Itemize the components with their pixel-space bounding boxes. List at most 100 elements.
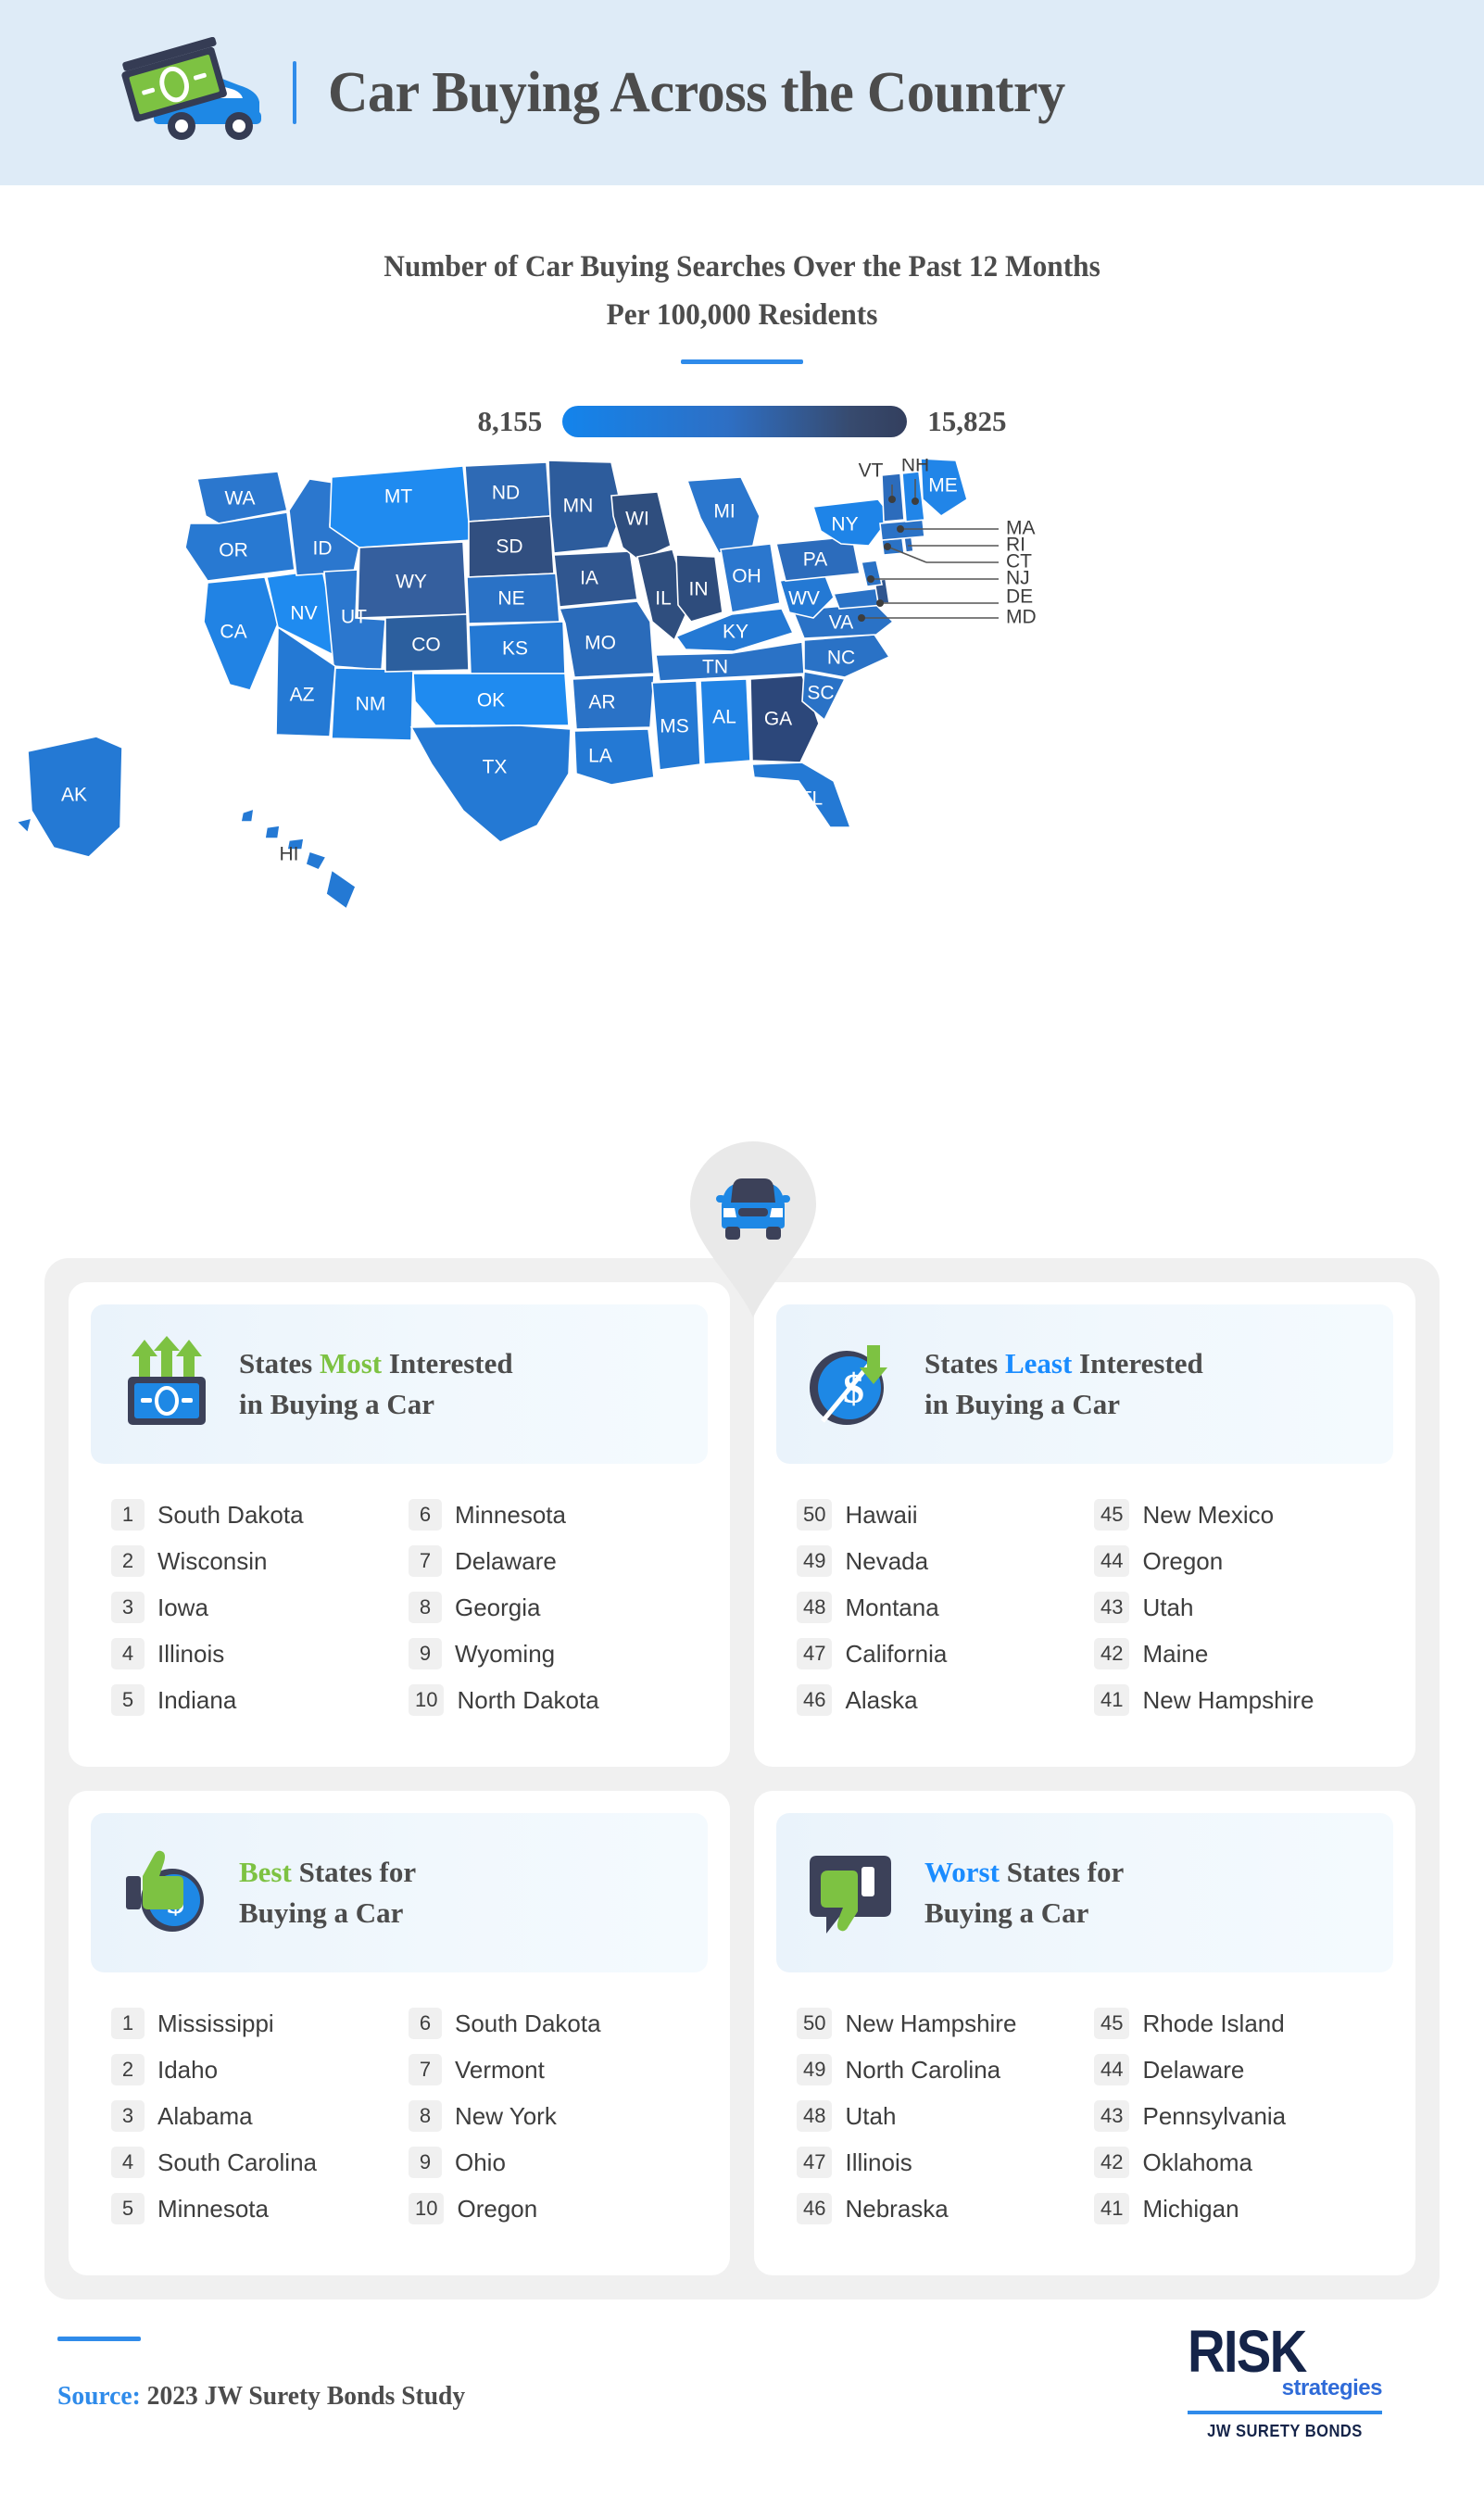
list-item[interactable]: 48 Utah	[797, 2093, 1075, 2139]
state-name: Pennsylvania	[1142, 2101, 1287, 2130]
rank-badge: 44	[1094, 2054, 1130, 2085]
state-HI	[240, 807, 357, 911]
list-item[interactable]: 6 South Dakota	[409, 2000, 687, 2047]
list-item[interactable]: 7 Vermont	[409, 2047, 687, 2093]
card-title-post: Interested	[1072, 1347, 1203, 1379]
list-item[interactable]: 43 Pennsylvania	[1094, 2093, 1373, 2139]
list-item[interactable]: 2 Wisconsin	[111, 1538, 390, 1584]
list-item[interactable]: 9 Ohio	[409, 2139, 687, 2186]
footer-divider	[57, 2337, 141, 2341]
rank-badge: 5	[111, 1684, 145, 1716]
list-item[interactable]: 7 Delaware	[409, 1538, 687, 1584]
state-name: New Hampshire	[1142, 1685, 1314, 1714]
state-name: Utah	[1142, 1593, 1194, 1621]
state-name: Oklahoma	[1142, 2148, 1252, 2176]
rank-badge: 46	[797, 2193, 833, 2224]
list-item[interactable]: 9 Wyoming	[409, 1631, 687, 1677]
list-item[interactable]: 8 New York	[409, 2093, 687, 2139]
list-item[interactable]: 4 South Carolina	[111, 2139, 390, 2186]
state-KS	[468, 621, 566, 674]
list-item[interactable]: 45 New Mexico	[1094, 1492, 1373, 1538]
list-item[interactable]: 2 Idaho	[111, 2047, 390, 2093]
subtitle-line-1: Number of Car Buying Searches Over the P…	[384, 250, 1100, 283]
state-NE	[466, 573, 560, 624]
card-header: $ States Least Interested in Buying a Ca…	[776, 1304, 1393, 1464]
card-list: 50 New Hampshire 45 Rhode Island 49 North C…	[776, 2000, 1393, 2232]
state-name: Ohio	[455, 2148, 506, 2176]
list-item[interactable]: 50 New Hampshire	[797, 2000, 1075, 2047]
list-item[interactable]: 50 Hawaii	[797, 1492, 1075, 1538]
list-item[interactable]: 46 Nebraska	[797, 2186, 1075, 2232]
list-item[interactable]: 1 Mississippi	[111, 2000, 390, 2047]
list-item[interactable]: 3 Iowa	[111, 1584, 390, 1631]
list-item[interactable]: 3 Alabama	[111, 2093, 390, 2139]
callout-dot-MA	[897, 525, 904, 533]
list-item[interactable]: 46 Alaska	[797, 1677, 1075, 1723]
list-item[interactable]: 44 Oregon	[1094, 1538, 1373, 1584]
list-item[interactable]: 6 Minnesota	[409, 1492, 687, 1538]
state-OK	[412, 673, 570, 726]
list-item[interactable]: 49 North Carolina	[797, 2047, 1075, 2093]
car-with-money-icon	[121, 37, 261, 140]
rank-badge: 4	[111, 1638, 145, 1669]
source-label: Source:	[57, 2381, 141, 2411]
state-AK	[15, 736, 123, 858]
state-name: Oregon	[1142, 1546, 1224, 1575]
card-title-line2: Buying a Car	[239, 1896, 404, 1929]
logo-divider	[1188, 2411, 1382, 2414]
money-up-arrows-icon	[128, 1336, 206, 1425]
state-name: Delaware	[455, 1546, 557, 1575]
rank-badge: 43	[1094, 2100, 1130, 2132]
callout-label-VT: VT	[859, 460, 884, 482]
list-item[interactable]: 8 Georgia	[409, 1584, 687, 1631]
card-title-pre: States	[239, 1347, 320, 1379]
list-item[interactable]: 1 South Dakota	[111, 1492, 390, 1538]
list-item[interactable]: 10 North Dakota	[409, 1677, 687, 1723]
list-item[interactable]: 48 Montana	[797, 1584, 1075, 1631]
card-title-highlight: Worst	[924, 1856, 1000, 1888]
rank-badge: 48	[797, 2100, 833, 2132]
rank-badge: 47	[797, 1638, 833, 1669]
state-name: New York	[455, 2101, 557, 2130]
rank-badge: 2	[111, 1545, 145, 1577]
legend-min-value: 8,155	[477, 405, 543, 437]
list-item[interactable]: 4 Illinois	[111, 1631, 390, 1677]
thumbs-up-dollar-icon: $	[126, 1850, 204, 1932]
rank-badge: 42	[1094, 1638, 1130, 1669]
brand-logo[interactable]: RISK strategies JW SURETY BONDS	[1188, 2322, 1383, 2441]
list-item[interactable]: 43 Utah	[1094, 1584, 1373, 1631]
list-item[interactable]: 47 Illinois	[797, 2139, 1075, 2186]
list-item[interactable]: 42 Oklahoma	[1094, 2139, 1373, 2186]
list-item[interactable]: 5 Minnesota	[111, 2186, 390, 2232]
callout-dot-CT	[884, 543, 891, 550]
card-title: Worst States for Buying a Car	[924, 1852, 1124, 1934]
callout-dot-DE	[876, 599, 884, 607]
list-item[interactable]: 10 Oregon	[409, 2186, 687, 2232]
list-item[interactable]: 47 California	[797, 1631, 1075, 1677]
car-map-pin-icon	[690, 1141, 816, 1317]
state-name: Illinois	[845, 2148, 912, 2176]
list-item[interactable]: 41 New Hampshire	[1094, 1677, 1373, 1723]
state-AR	[572, 674, 655, 730]
list-item[interactable]: 42 Maine	[1094, 1631, 1373, 1677]
rankings-panel: States Most Interested in Buying a Car 1…	[44, 1258, 1440, 2299]
list-item[interactable]: 44 Delaware	[1094, 2047, 1373, 2093]
callout-dot-NH	[912, 498, 919, 505]
state-IA	[553, 550, 638, 608]
list-item[interactable]: 5 Indiana	[111, 1677, 390, 1723]
state-RI	[903, 536, 914, 553]
state-NC	[803, 634, 891, 678]
state-CA	[203, 576, 279, 691]
rankings-grid: States Most Interested in Buying a Car 1…	[44, 1258, 1440, 2299]
list-item[interactable]: 45 Rhode Island	[1094, 2000, 1373, 2047]
map-svg: WA OR CA NV ID MT WY UT AZ NM CO ND SD N…	[15, 459, 1037, 911]
state-name: Minnesota	[455, 1500, 566, 1529]
list-item[interactable]: 49 Nevada	[797, 1538, 1075, 1584]
state-name: Alaska	[845, 1685, 918, 1714]
rank-badge: 41	[1094, 2193, 1130, 2224]
list-item[interactable]: 41 Michigan	[1094, 2186, 1373, 2232]
state-name: Illinois	[157, 1639, 225, 1668]
state-CO	[384, 613, 470, 673]
rank-badge: 5	[111, 2193, 145, 2224]
rank-badge: 9	[409, 2147, 442, 2178]
